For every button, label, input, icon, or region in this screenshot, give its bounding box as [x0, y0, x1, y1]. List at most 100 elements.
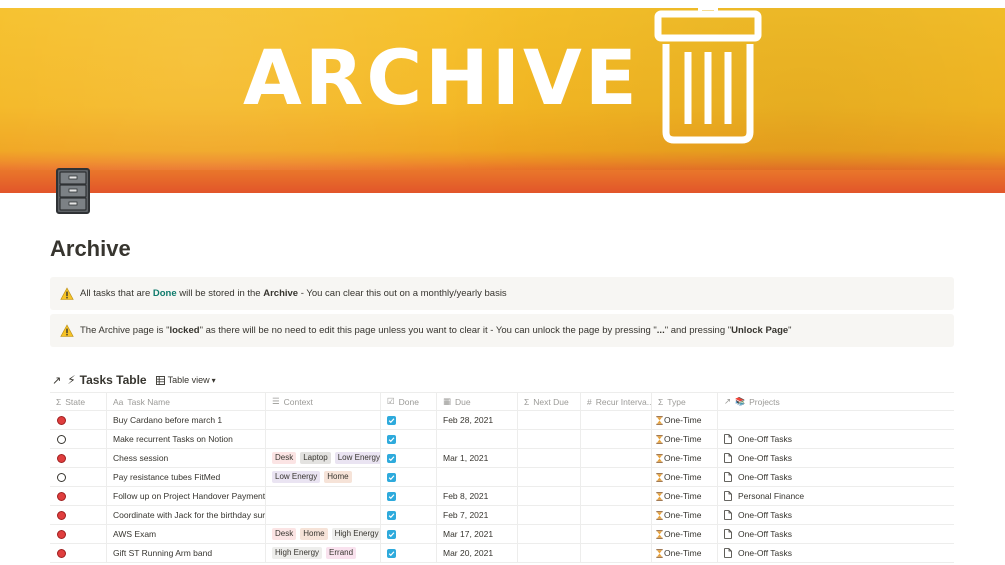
done-checkbox[interactable] — [387, 529, 396, 539]
next-due-cell[interactable] — [518, 487, 581, 505]
done-checkbox[interactable] — [387, 434, 396, 444]
column-header-done[interactable]: ☑ Done — [381, 393, 437, 410]
due-cell[interactable] — [437, 430, 518, 448]
table-row[interactable]: Buy Cardano before march 1 Feb 28, 2021 On… — [50, 411, 954, 430]
table-row[interactable]: Gift ST Running Arm band High Energy Erran… — [50, 544, 954, 563]
filing-cabinet-icon[interactable] — [56, 168, 90, 214]
state-cell[interactable] — [50, 544, 107, 562]
due-cell[interactable]: Mar 20, 2021 — [437, 544, 518, 562]
type-cell[interactable]: One-Time — [652, 544, 718, 562]
recur-interval-cell[interactable] — [581, 487, 652, 505]
table-row[interactable]: Make recurrent Tasks on Notion One-Time On… — [50, 430, 954, 449]
type-cell[interactable]: One-Time — [652, 487, 718, 505]
state-cell[interactable] — [50, 468, 107, 486]
callout-locked-info[interactable]: The Archive page is "locked" as there wi… — [50, 314, 954, 347]
done-checkbox[interactable] — [387, 548, 396, 558]
due-cell[interactable] — [437, 468, 518, 486]
task-name-cell[interactable]: AWS Exam — [107, 525, 266, 543]
done-cell[interactable] — [381, 544, 437, 562]
done-checkbox[interactable] — [387, 491, 396, 501]
done-cell[interactable] — [381, 525, 437, 543]
done-checkbox[interactable] — [387, 415, 396, 425]
next-due-cell[interactable] — [518, 430, 581, 448]
projects-cell[interactable]: One-Off Tasks — [718, 468, 954, 486]
next-due-cell[interactable] — [518, 468, 581, 486]
task-name-cell[interactable]: Follow up on Project Handover Payment — [107, 487, 266, 505]
type-cell[interactable]: One-Time — [652, 506, 718, 524]
due-cell[interactable]: Feb 7, 2021 — [437, 506, 518, 524]
recur-interval-cell[interactable] — [581, 506, 652, 524]
table-row[interactable]: Follow up on Project Handover Payment Feb… — [50, 487, 954, 506]
table-row[interactable]: AWS Exam Desk Home High Energy Mar 17, 2021 O… — [50, 525, 954, 544]
column-header-recur-interva[interactable]: # Recur Interva... — [581, 393, 652, 410]
table-row[interactable]: Coordinate with Jack for the birthday su… — [50, 506, 954, 525]
state-cell[interactable] — [50, 449, 107, 467]
context-cell[interactable] — [266, 411, 381, 429]
due-cell[interactable]: Feb 28, 2021 — [437, 411, 518, 429]
done-cell[interactable] — [381, 468, 437, 486]
type-cell[interactable]: One-Time — [652, 468, 718, 486]
context-cell[interactable] — [266, 506, 381, 524]
type-cell[interactable]: One-Time — [652, 449, 718, 467]
column-header-task-name[interactable]: Aa Task Name — [107, 393, 266, 410]
state-cell[interactable] — [50, 506, 107, 524]
next-due-cell[interactable] — [518, 449, 581, 467]
state-cell[interactable] — [50, 411, 107, 429]
projects-cell[interactable]: One-Off Tasks — [718, 430, 954, 448]
projects-cell[interactable]: One-Off Tasks — [718, 525, 954, 543]
next-due-cell[interactable] — [518, 544, 581, 562]
project-link[interactable]: Personal Finance — [724, 491, 804, 501]
type-cell[interactable]: One-Time — [652, 430, 718, 448]
callout-done-info[interactable]: All tasks that are Done will be stored i… — [50, 277, 954, 310]
projects-cell[interactable]: One-Off Tasks — [718, 544, 954, 562]
type-cell[interactable]: One-Time — [652, 411, 718, 429]
column-header-context[interactable]: ☰ Context — [266, 393, 381, 410]
table-row[interactable]: Chess session Desk Laptop Low Energy Mar 1, … — [50, 449, 954, 468]
table-row[interactable]: Pay resistance tubes FitMed Low Energy Hom… — [50, 468, 954, 487]
column-header-type[interactable]: Σ Type — [652, 393, 718, 410]
state-cell[interactable] — [50, 430, 107, 448]
due-cell[interactable]: Mar 1, 2021 — [437, 449, 518, 467]
view-switcher[interactable]: Table view ▾ — [155, 375, 216, 385]
context-cell[interactable]: Desk Laptop Low Energy — [266, 449, 381, 467]
task-name-cell[interactable]: Coordinate with Jack for the birthday su… — [107, 506, 266, 524]
next-due-cell[interactable] — [518, 506, 581, 524]
recur-interval-cell[interactable] — [581, 544, 652, 562]
linked-arrow-icon[interactable]: ↗ — [52, 374, 61, 387]
project-link[interactable]: One-Off Tasks — [724, 529, 792, 539]
task-name-cell[interactable]: Pay resistance tubes FitMed — [107, 468, 266, 486]
project-link[interactable]: One-Off Tasks — [724, 510, 792, 520]
projects-cell[interactable] — [718, 411, 954, 429]
done-checkbox[interactable] — [387, 510, 396, 520]
column-header-state[interactable]: Σ State — [50, 393, 107, 410]
state-cell[interactable] — [50, 487, 107, 505]
recur-interval-cell[interactable] — [581, 449, 652, 467]
type-cell[interactable]: One-Time — [652, 525, 718, 543]
recur-interval-cell[interactable] — [581, 411, 652, 429]
state-cell[interactable] — [50, 525, 107, 543]
recur-interval-cell[interactable] — [581, 430, 652, 448]
column-header-projects[interactable]: ↗ 📚 Projects — [718, 393, 954, 410]
projects-cell[interactable]: Personal Finance — [718, 487, 954, 505]
context-cell[interactable] — [266, 430, 381, 448]
done-cell[interactable] — [381, 411, 437, 429]
context-cell[interactable]: High Energy Errand — [266, 544, 381, 562]
column-header-next-due[interactable]: Σ Next Due — [518, 393, 581, 410]
done-cell[interactable] — [381, 487, 437, 505]
project-link[interactable]: One-Off Tasks — [724, 434, 792, 444]
next-due-cell[interactable] — [518, 525, 581, 543]
recur-interval-cell[interactable] — [581, 468, 652, 486]
due-cell[interactable]: Feb 8, 2021 — [437, 487, 518, 505]
done-checkbox[interactable] — [387, 453, 396, 463]
project-link[interactable]: One-Off Tasks — [724, 548, 792, 558]
done-checkbox[interactable] — [387, 472, 396, 482]
context-cell[interactable]: Desk Home High Energy — [266, 525, 381, 543]
done-cell[interactable] — [381, 449, 437, 467]
projects-cell[interactable]: One-Off Tasks — [718, 449, 954, 467]
projects-cell[interactable]: One-Off Tasks — [718, 506, 954, 524]
due-cell[interactable]: Mar 17, 2021 — [437, 525, 518, 543]
database-title[interactable]: Tasks Table — [80, 373, 147, 387]
done-cell[interactable] — [381, 506, 437, 524]
task-name-cell[interactable]: Buy Cardano before march 1 — [107, 411, 266, 429]
project-link[interactable]: One-Off Tasks — [724, 453, 792, 463]
